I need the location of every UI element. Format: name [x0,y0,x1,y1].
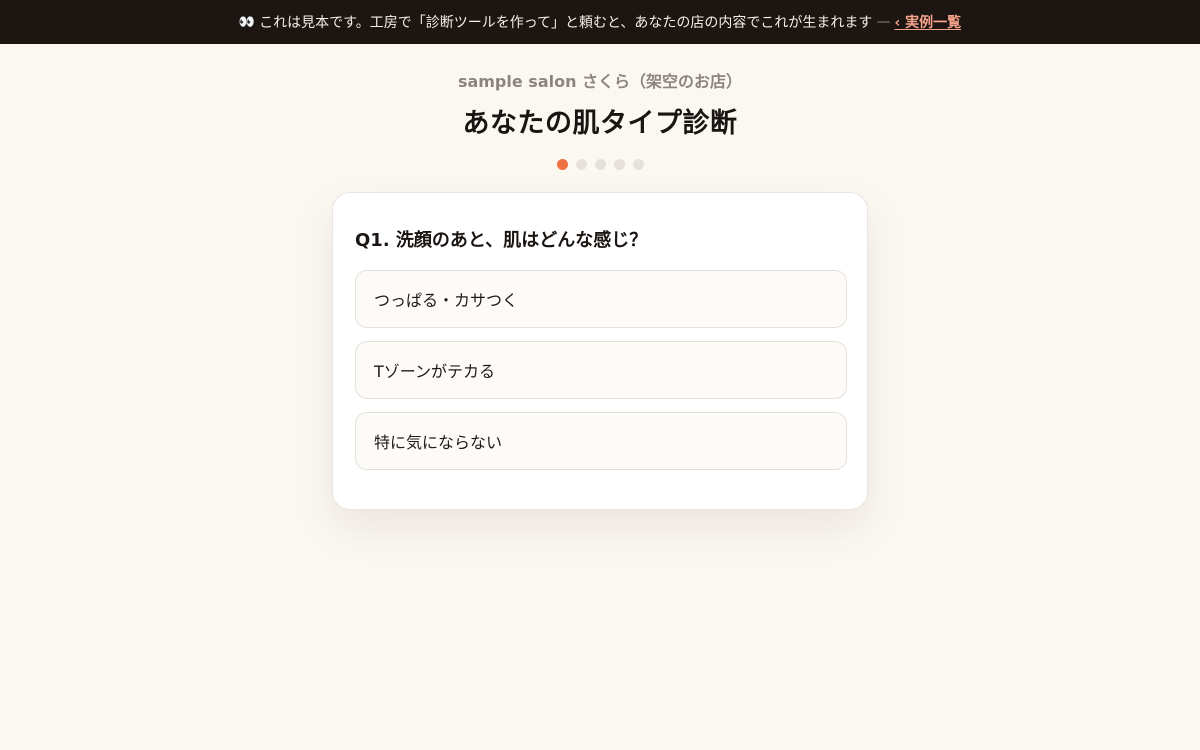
page-title: あなたの肌タイプ診断 [462,108,738,139]
question-card: Q1. 洗顔のあと、肌はどんな感じ？ つっぱる・カサつく Tゾーンがテカる 特に… [332,192,868,510]
examples-list-link[interactable]: ‹ 実例一覧 [894,12,961,32]
answer-option-oily-tzone[interactable]: Tゾーンがテカる [355,341,847,399]
progress-dot [613,159,625,170]
shop-name: sample salon さくら（架空のお店） [457,72,743,91]
answer-option-normal[interactable]: 特に気にならない [355,412,847,470]
progress-dots [0,159,1200,170]
answer-option-dry[interactable]: つっぱる・カサつく [355,270,847,328]
progress-dot [632,159,644,170]
sample-notice-banner: 👀 これは見本です。工房で「診断ツールを作って」と頼むと、あなたの店の内容でこれ… [0,0,1200,44]
question-title: Q1. 洗顔のあと、肌はどんな感じ？ [355,230,648,251]
banner-text: これは見本です。工房で「診断ツールを作って」と頼むと、あなたの店の内容でこれが生… [259,15,873,31]
progress-dot [556,159,568,170]
progress-dot [575,159,587,170]
banner-dash: — [876,14,891,30]
eyes-icon: 👀 [238,14,255,30]
progress-dot [594,159,606,170]
